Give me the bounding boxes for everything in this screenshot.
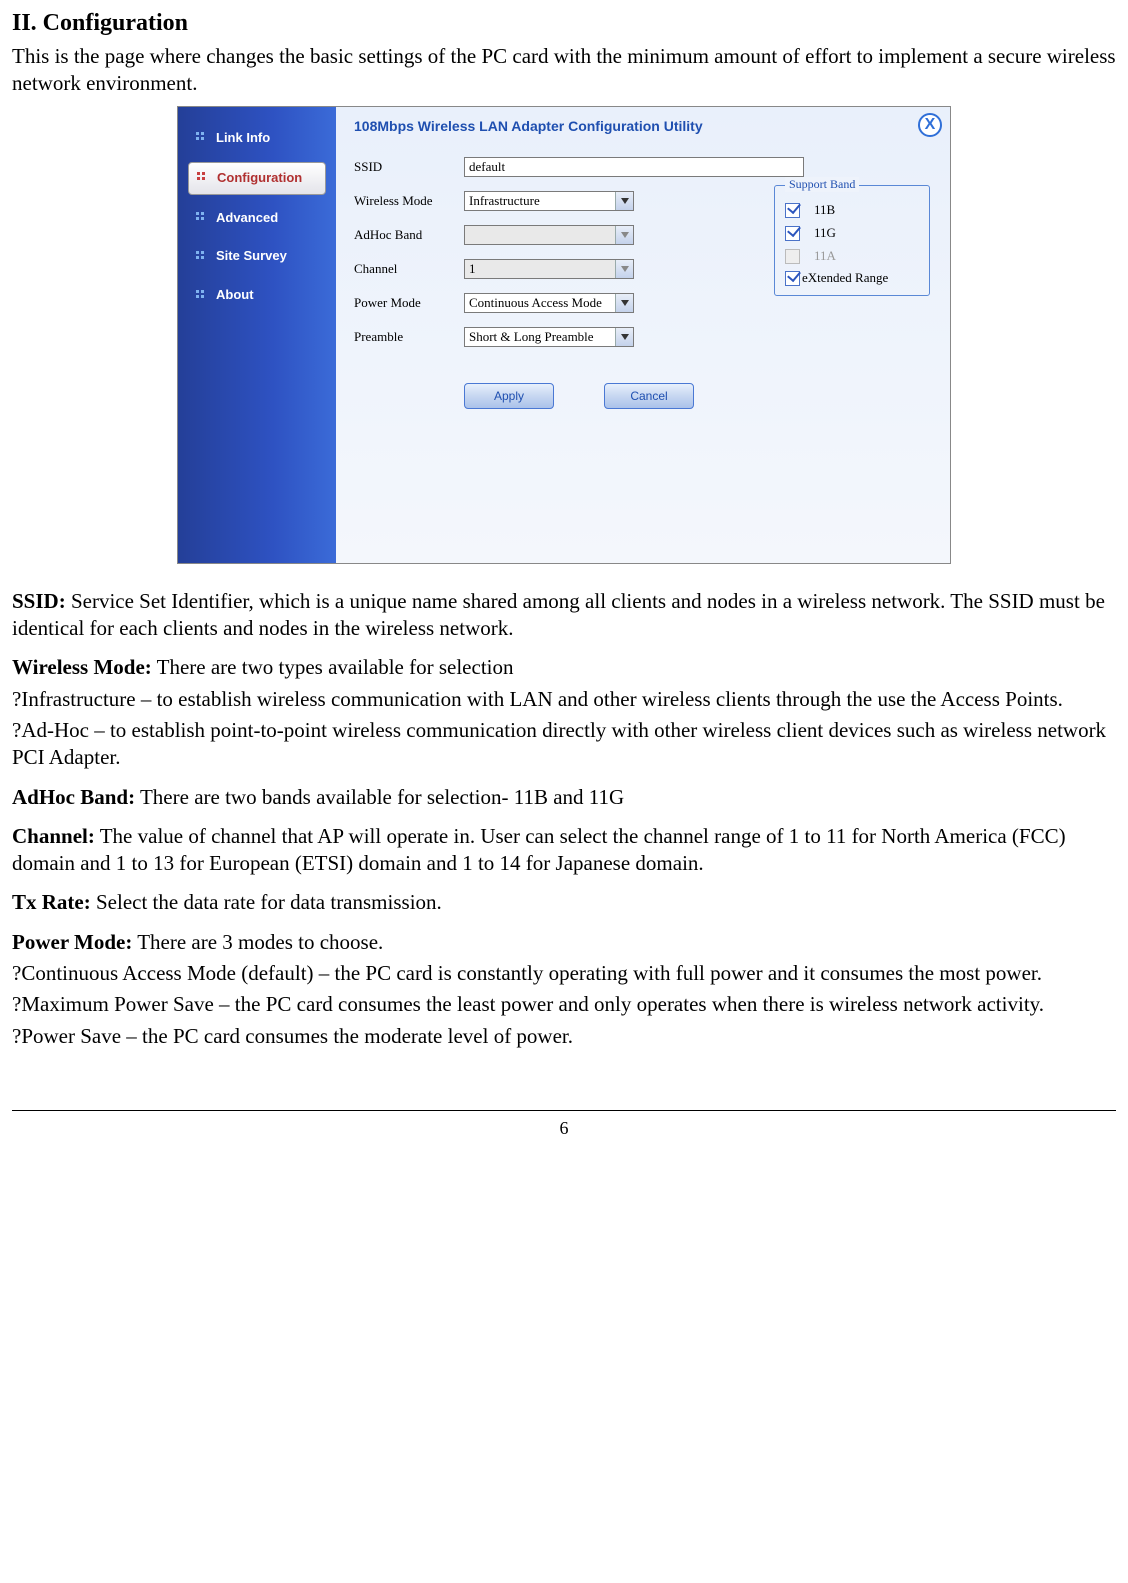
select-value: Continuous Access Mode bbox=[465, 295, 615, 312]
sidebar-item-label: Configuration bbox=[217, 170, 302, 185]
nav-icon bbox=[196, 132, 208, 144]
term-power-mode: Power Mode: bbox=[12, 930, 132, 954]
row-preamble: Preamble Short & Long Preamble bbox=[354, 327, 934, 347]
checkbox-icon bbox=[785, 203, 800, 218]
text-tx-rate: Select the data rate for data transmissi… bbox=[91, 890, 442, 914]
check-label: eXtended Range bbox=[802, 270, 888, 287]
check-label: 11A bbox=[814, 248, 836, 265]
panel-title: 108Mbps Wireless LAN Adapter Configurati… bbox=[354, 117, 934, 135]
def-tx-rate: Tx Rate: Select the data rate for data t… bbox=[12, 889, 1116, 916]
sidebar-item-label: Site Survey bbox=[216, 248, 287, 263]
checkbox-icon bbox=[785, 226, 800, 241]
term-adhoc-band: AdHoc Band: bbox=[12, 785, 135, 809]
screenshot-container: Link Info Configuration Advanced Site Su… bbox=[12, 106, 1116, 564]
sidebar-item-label: Advanced bbox=[216, 210, 278, 225]
label-wireless-mode: Wireless Mode bbox=[354, 193, 464, 210]
def-wireless-mode: Wireless Mode: There are two types avail… bbox=[12, 654, 1116, 681]
text-wireless-mode: There are two types available for select… bbox=[152, 655, 514, 679]
row-ssid: SSID bbox=[354, 157, 934, 177]
def-adhoc-band: AdHoc Band: There are two bands availabl… bbox=[12, 784, 1116, 811]
section-heading: II. Configuration bbox=[12, 8, 1116, 39]
def-ssid: SSID: Service Set Identifier, which is a… bbox=[12, 588, 1116, 643]
select-value: 1 bbox=[465, 261, 615, 278]
sidebar-item-site-survey[interactable]: Site Survey bbox=[188, 241, 326, 272]
check-11a: 11A bbox=[785, 248, 919, 265]
text-adhoc-band: There are two bands available for select… bbox=[135, 785, 624, 809]
label-ssid: SSID bbox=[354, 159, 464, 176]
fieldset-legend: Support Band bbox=[785, 177, 859, 193]
def-power-mode-opt2: ?Maximum Power Save – the PC card consum… bbox=[12, 991, 1116, 1018]
text-channel: The value of channel that AP will operat… bbox=[12, 824, 1066, 875]
chevron-down-icon bbox=[615, 260, 633, 278]
term-channel: Channel: bbox=[12, 824, 95, 848]
check-extended-range[interactable]: eXtended Range bbox=[785, 270, 919, 287]
label-adhoc-band: AdHoc Band bbox=[354, 227, 464, 244]
page-footer: 6 bbox=[12, 1110, 1116, 1140]
sidebar: Link Info Configuration Advanced Site Su… bbox=[178, 107, 336, 563]
button-row: Apply Cancel bbox=[464, 383, 934, 409]
sidebar-item-link-info[interactable]: Link Info bbox=[188, 123, 326, 154]
power-mode-select[interactable]: Continuous Access Mode bbox=[464, 293, 634, 313]
select-value: Short & Long Preamble bbox=[465, 329, 615, 346]
sidebar-item-advanced[interactable]: Advanced bbox=[188, 203, 326, 234]
nav-icon bbox=[196, 290, 208, 302]
def-wireless-mode-opt2: ?Ad-Hoc – to establish point-to-point wi… bbox=[12, 717, 1116, 772]
wireless-mode-select[interactable]: Infrastructure bbox=[464, 191, 634, 211]
check-label: 11G bbox=[814, 225, 836, 242]
page-number: 6 bbox=[560, 1118, 569, 1138]
select-value: Infrastructure bbox=[465, 193, 615, 210]
term-wireless-mode: Wireless Mode: bbox=[12, 655, 152, 679]
sidebar-item-label: Link Info bbox=[216, 130, 270, 145]
channel-select[interactable]: 1 bbox=[464, 259, 634, 279]
chevron-down-icon bbox=[615, 192, 633, 210]
def-power-mode-opt3: ?Power Save – the PC card consumes the m… bbox=[12, 1023, 1116, 1050]
label-power-mode: Power Mode bbox=[354, 295, 464, 312]
text-power-mode: There are 3 modes to choose. bbox=[132, 930, 383, 954]
support-band-fieldset: Support Band 11B 11G 11A eXtended Range bbox=[774, 185, 930, 297]
preamble-select[interactable]: Short & Long Preamble bbox=[464, 327, 634, 347]
cancel-button[interactable]: Cancel bbox=[604, 383, 694, 409]
nav-icon bbox=[197, 172, 209, 184]
sidebar-item-configuration[interactable]: Configuration bbox=[188, 162, 326, 195]
sidebar-item-label: About bbox=[216, 287, 254, 302]
checkbox-icon bbox=[785, 249, 800, 264]
nav-icon bbox=[196, 212, 208, 224]
check-11g[interactable]: 11G bbox=[785, 225, 919, 242]
apply-button[interactable]: Apply bbox=[464, 383, 554, 409]
main-panel: X 108Mbps Wireless LAN Adapter Configura… bbox=[336, 107, 950, 563]
ssid-input[interactable] bbox=[464, 157, 804, 177]
checkbox-icon bbox=[785, 271, 800, 286]
adhoc-band-select[interactable] bbox=[464, 225, 634, 245]
check-11b[interactable]: 11B bbox=[785, 202, 919, 219]
config-utility-window: Link Info Configuration Advanced Site Su… bbox=[177, 106, 951, 564]
intro-text: This is the page where changes the basic… bbox=[12, 43, 1116, 98]
def-channel: Channel: The value of channel that AP wi… bbox=[12, 823, 1116, 878]
term-ssid: SSID: bbox=[12, 589, 66, 613]
label-channel: Channel bbox=[354, 261, 464, 278]
check-label: 11B bbox=[814, 202, 835, 219]
def-power-mode-opt1: ?Continuous Access Mode (default) – the … bbox=[12, 960, 1116, 987]
def-power-mode: Power Mode: There are 3 modes to choose. bbox=[12, 929, 1116, 956]
chevron-down-icon bbox=[615, 226, 633, 244]
def-wireless-mode-opt1: ?Infrastructure – to establish wireless … bbox=[12, 686, 1116, 713]
text-ssid: Service Set Identifier, which is a uniqu… bbox=[12, 589, 1105, 640]
nav-icon bbox=[196, 251, 208, 263]
close-button[interactable]: X bbox=[918, 113, 942, 137]
term-tx-rate: Tx Rate: bbox=[12, 890, 91, 914]
chevron-down-icon bbox=[615, 328, 633, 346]
chevron-down-icon bbox=[615, 294, 633, 312]
label-preamble: Preamble bbox=[354, 329, 464, 346]
sidebar-item-about[interactable]: About bbox=[188, 280, 326, 311]
